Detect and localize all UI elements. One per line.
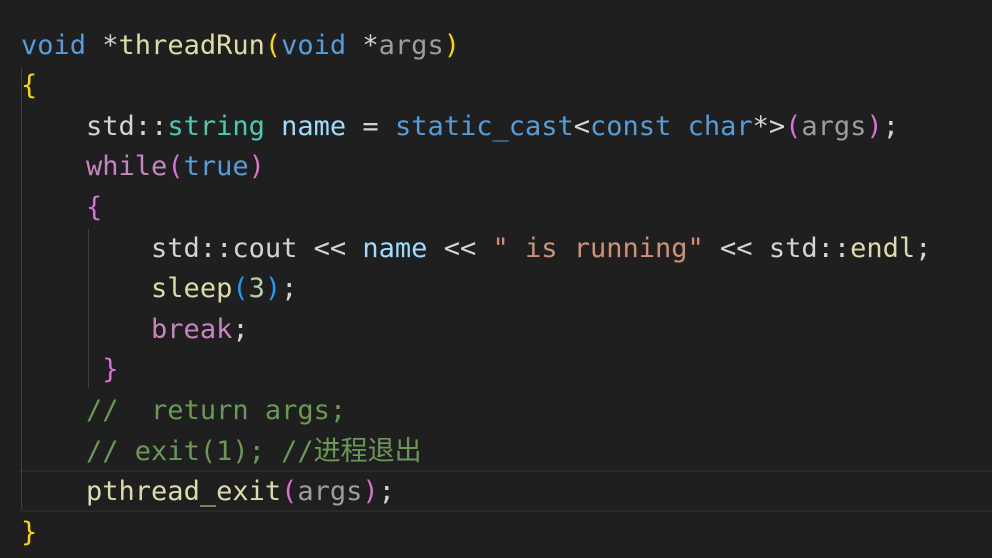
code-token: endl: [850, 232, 916, 264]
code-token: std: [151, 232, 200, 264]
code-token: (: [281, 476, 298, 508]
code-token: }: [102, 354, 119, 386]
code-token: (: [264, 29, 282, 61]
code-line[interactable]: break;: [0, 310, 992, 351]
code-token: args: [297, 476, 363, 508]
code-token: *: [346, 29, 379, 61]
code-token: ;: [281, 273, 298, 305]
code-line-text: {: [21, 66, 37, 107]
code-line[interactable]: std::string name = static_cast<const cha…: [0, 107, 992, 148]
code-token: ): [443, 29, 460, 61]
code-token: char: [687, 110, 753, 142]
code-line-text: // exit(1); //进程退出: [21, 432, 422, 473]
code-line-text: }: [21, 513, 37, 554]
code-token: const: [590, 110, 672, 142]
code-line[interactable]: std::cout << name << " is running" << st…: [0, 229, 992, 270]
code-line[interactable]: while(true): [0, 147, 992, 188]
code-token: }: [21, 516, 38, 548]
code-token: <<: [297, 232, 363, 264]
code-line[interactable]: sleep(3);: [0, 269, 992, 310]
code-token: while: [86, 151, 168, 183]
code-token: std: [86, 110, 135, 142]
code-line-text: while(true): [21, 147, 265, 188]
code-token: =: [346, 110, 395, 142]
code-line[interactable]: {: [0, 66, 992, 107]
code-line[interactable]: void *threadRun(void *args): [0, 26, 992, 67]
code-token: *: [86, 29, 119, 61]
code-token: ): [248, 151, 265, 183]
code-line-text: break;: [21, 310, 249, 351]
code-token: ): [866, 110, 883, 142]
code-token: name: [362, 232, 428, 264]
code-line[interactable]: }: [0, 513, 992, 554]
code-token: <: [573, 110, 591, 142]
code-line-text: void *threadRun(void *args): [21, 26, 460, 67]
code-line[interactable]: {: [0, 188, 992, 229]
code-line-text: // return args;: [21, 391, 346, 432]
code-token: (: [232, 273, 249, 305]
code-token: std: [768, 232, 818, 264]
code-token: ): [362, 476, 379, 508]
code-token: // exit(1); //进程退出: [86, 435, 422, 467]
code-editor[interactable]: void *threadRun(void *args){ std::string…: [0, 0, 992, 558]
code-token: true: [183, 151, 249, 183]
code-token: pthread_exit: [86, 476, 282, 508]
code-line-text: pthread_exit(args);: [21, 472, 395, 513]
code-token: sleep: [151, 273, 233, 305]
code-line[interactable]: // exit(1); //进程退出: [0, 432, 992, 473]
code-token: void: [281, 29, 347, 61]
code-token: {: [21, 70, 38, 102]
code-token: ;: [378, 476, 395, 508]
code-token: ::: [199, 232, 233, 264]
code-token: ;: [915, 232, 932, 264]
code-token: ::: [817, 232, 851, 264]
code-token: (: [785, 110, 802, 142]
code-token: args: [801, 110, 867, 142]
code-token: ;: [882, 110, 899, 142]
code-token: ::: [134, 110, 168, 142]
code-token: threadRun: [118, 29, 265, 61]
code-token: ): [264, 273, 282, 305]
code-line-text: {: [21, 188, 102, 229]
code-token: <<: [703, 232, 769, 264]
code-token: args: [378, 29, 444, 61]
code-token: // return args;: [86, 394, 347, 426]
code-line-text: std::cout << name << " is running" << st…: [21, 229, 931, 270]
code-token: break: [151, 313, 233, 345]
code-token: *>: [752, 110, 786, 142]
code-token: " is running": [492, 232, 704, 264]
code-token: void: [21, 29, 87, 61]
code-line-text: }: [21, 350, 119, 391]
code-token: name: [281, 110, 347, 142]
code-token: 3: [248, 273, 265, 305]
code-token: (: [167, 151, 184, 183]
code-line[interactable]: // return args;: [0, 391, 992, 432]
code-line[interactable]: }: [0, 350, 992, 391]
code-line-text: std::string name = static_cast<const cha…: [21, 107, 899, 148]
code-token: ;: [232, 313, 249, 345]
code-token: <<: [427, 232, 493, 264]
code-token: string: [167, 110, 265, 142]
code-line[interactable]: pthread_exit(args);: [0, 472, 992, 513]
code-token: static_cast: [394, 110, 574, 142]
code-line-text: sleep(3);: [21, 269, 297, 310]
code-token: cout: [232, 232, 298, 264]
code-token: {: [86, 191, 103, 223]
